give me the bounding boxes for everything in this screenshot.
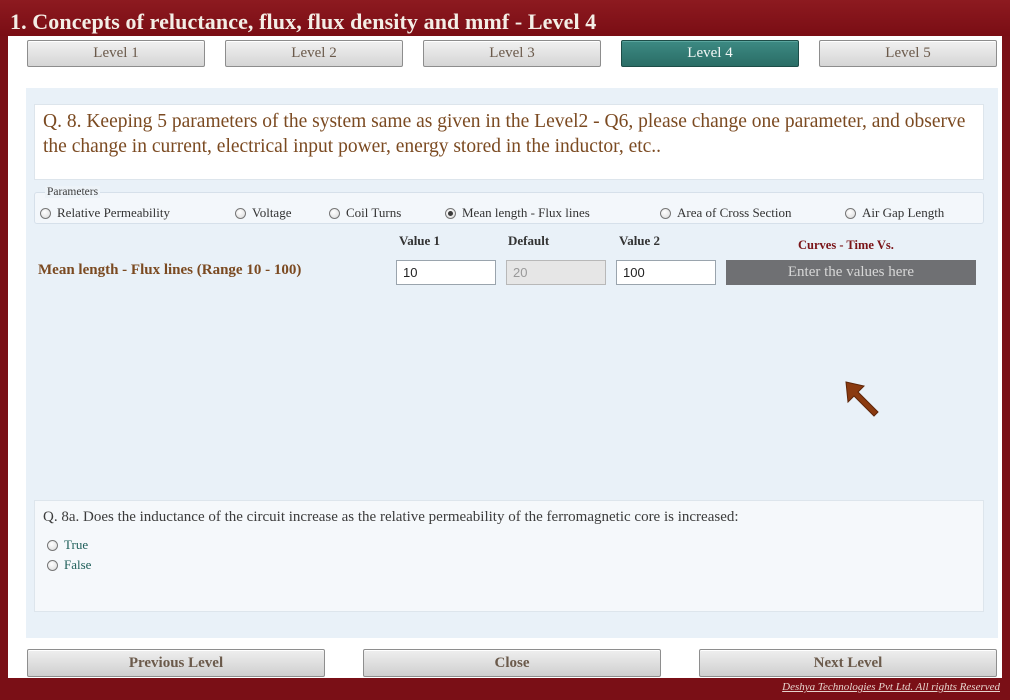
param-label: Voltage [252, 205, 292, 220]
radio-icon[interactable] [47, 539, 58, 551]
footer-copyright[interactable]: Deshya Technologies Pvt Ltd. All rights … [782, 681, 1000, 693]
value1-input[interactable] [396, 260, 496, 285]
radio-icon[interactable] [329, 207, 340, 219]
radio-icon[interactable] [660, 207, 671, 219]
title-bar: 1. Concepts of reluctance, flux, flux de… [0, 0, 1010, 36]
radio-icon[interactable] [235, 207, 246, 219]
option-true-label: True [64, 537, 89, 552]
param-label: Mean length - Flux lines [462, 205, 590, 220]
param-area-cross-section[interactable]: Area of Cross Section [660, 205, 791, 221]
previous-level-button[interactable]: Previous Level [27, 649, 325, 677]
param-voltage[interactable]: Voltage [235, 205, 291, 221]
value1-header: Value 1 [399, 233, 441, 248]
value2-input[interactable] [616, 260, 716, 285]
radio-icon[interactable] [47, 559, 58, 571]
tab-level-4[interactable]: Level 4 [621, 40, 799, 67]
param-relative-permeability[interactable]: Relative Permeability [40, 205, 170, 221]
level-tabs: Level 1 Level 2 Level 3 Level 4 Level 5 [27, 40, 997, 68]
tab-level-1[interactable]: Level 1 [27, 40, 205, 67]
next-level-button[interactable]: Next Level [699, 649, 997, 677]
enter-values-button[interactable]: Enter the values here [726, 260, 976, 285]
main-content: Level 1 Level 2 Level 3 Level 4 Level 5 … [8, 36, 1002, 678]
param-air-gap-length[interactable]: Air Gap Length [845, 205, 944, 221]
tab-level-2[interactable]: Level 2 [225, 40, 403, 67]
param-label: Air Gap Length [862, 205, 945, 220]
radio-checked-icon[interactable] [445, 207, 456, 219]
tab-level-3[interactable]: Level 3 [423, 40, 601, 67]
radio-icon[interactable] [40, 207, 51, 219]
default-header: Default [508, 233, 550, 248]
radio-icon[interactable] [845, 207, 856, 219]
question-8a-text: Q. 8a. Does the inductance of the circui… [43, 509, 739, 525]
mean-length-label: Mean length - Flux lines (Range 10 - 100… [38, 262, 302, 278]
param-coil-turns[interactable]: Coil Turns [329, 205, 401, 221]
parameters-group: Parameters Relative Permeability Voltage… [34, 186, 984, 224]
param-label: Area of Cross Section [677, 205, 792, 220]
param-label: Coil Turns [346, 205, 402, 220]
question-8a-box: Q. 8a. Does the inductance of the circui… [34, 500, 984, 612]
param-label: Relative Permeability [57, 205, 170, 220]
option-false-label: False [64, 557, 92, 572]
tab-level-5[interactable]: Level 5 [819, 40, 997, 67]
parameters-legend: Parameters [45, 186, 101, 198]
close-button[interactable]: Close [363, 649, 661, 677]
question-panel: Q. 8. Keeping 5 parameters of the system… [26, 88, 998, 638]
curves-header: Curves - Time Vs. [798, 238, 894, 252]
window-title: 1. Concepts of reluctance, flux, flux de… [10, 9, 597, 34]
question-text: Q. 8. Keeping 5 parameters of the system… [34, 104, 984, 180]
default-input [506, 260, 606, 285]
param-mean-length[interactable]: Mean length - Flux lines [445, 205, 590, 221]
value2-header: Value 2 [619, 233, 661, 248]
arrow-pointer-icon [845, 381, 879, 417]
option-false[interactable]: False [47, 557, 91, 573]
option-true[interactable]: True [47, 537, 88, 553]
